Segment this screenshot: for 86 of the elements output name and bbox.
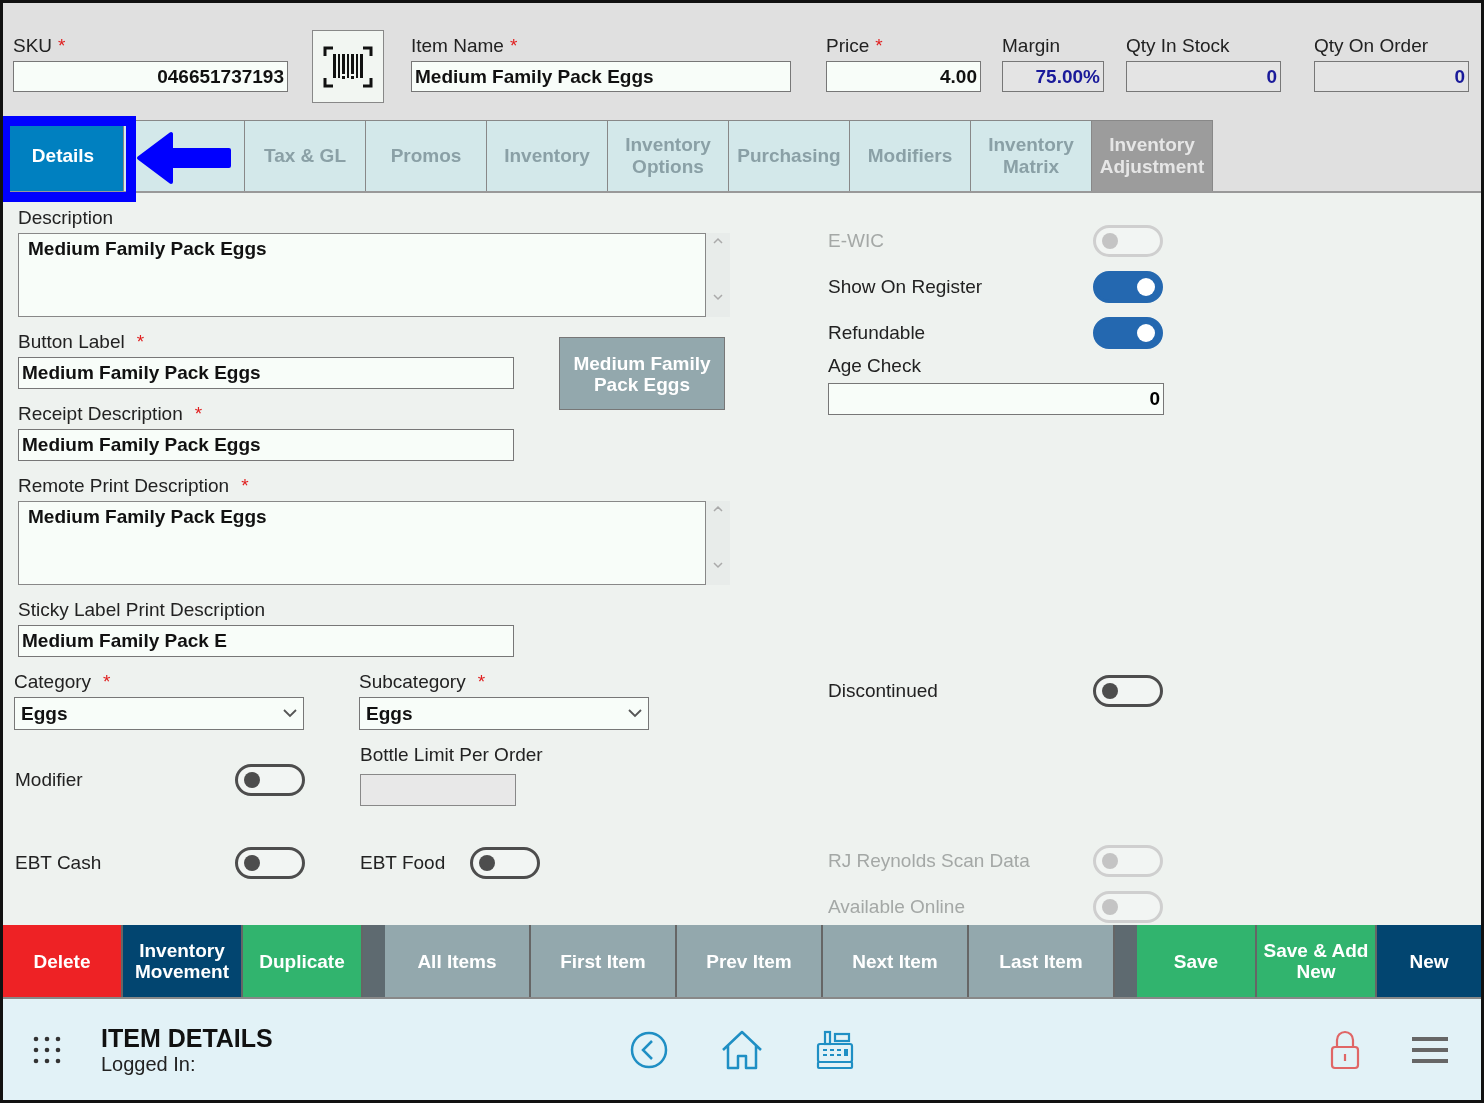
toggle-switch[interactable] [1093, 317, 1163, 349]
field-label: Price [826, 35, 870, 56]
action-button[interactable]: Next Item [823, 925, 969, 997]
button-preview[interactable]: Medium Family Pack Eggs [559, 337, 725, 410]
action-button[interactable]: Duplicate [243, 925, 363, 997]
switch-label: Available Online [828, 896, 965, 918]
text-field[interactable]: Medium Family Pack Eggs [18, 429, 514, 461]
toggle-switch[interactable] [235, 764, 305, 796]
chevron-down-icon [283, 709, 297, 718]
tab[interactable]: Promos [366, 120, 487, 191]
field-label: Button Label [18, 331, 125, 352]
menu-icon[interactable] [1411, 1036, 1448, 1063]
action-button[interactable]: Save [1137, 925, 1257, 997]
switch-label: Refundable [828, 322, 926, 344]
required-asterisk: * [509, 35, 518, 56]
switch-label: E-WIC [828, 230, 884, 252]
dropdown[interactable]: Eggs [14, 697, 304, 730]
switch-label: Discontinued [828, 680, 938, 702]
tab[interactable]: Modifiers [850, 120, 971, 191]
required-asterisk: * [136, 331, 145, 352]
action-button[interactable]: New [1377, 925, 1481, 997]
field-label: Sticky Label Print Description [18, 599, 266, 620]
text-field[interactable]: 75.00% [1002, 61, 1104, 92]
required-asterisk: * [58, 35, 66, 56]
scrollbar[interactable] [706, 501, 730, 585]
field-label: Item Name [411, 35, 504, 56]
arrow-icon [135, 130, 231, 186]
chevron-down-icon [628, 709, 642, 718]
switch-label: Modifier [15, 769, 84, 791]
field-label: SKU [13, 35, 53, 56]
text-field[interactable]: 0 [1314, 61, 1469, 92]
lock-icon[interactable] [1329, 1029, 1360, 1070]
back-icon[interactable] [628, 1029, 669, 1070]
required-asterisk: * [477, 671, 486, 692]
switch-label: Show On Register [828, 276, 983, 298]
action-button[interactable]: Inventory Movement [123, 925, 243, 997]
field-label: Qty On Order [1314, 35, 1429, 56]
action-button[interactable]: Last Item [969, 925, 1115, 997]
action-button[interactable]: First Item [531, 925, 677, 997]
action-button[interactable]: Save & Add New [1257, 925, 1377, 997]
cash-register-icon[interactable] [814, 1029, 855, 1070]
number-field[interactable]: 0 [828, 383, 1164, 415]
text-field[interactable]: 0 [1126, 61, 1281, 92]
tab[interactable]: Inventory [487, 120, 608, 191]
switch-label: EBT Cash [15, 852, 103, 874]
toggle-switch[interactable] [235, 847, 305, 879]
home-icon[interactable] [720, 1029, 763, 1070]
action-button[interactable]: Delete [3, 925, 123, 997]
switch-label: EBT Food [360, 852, 446, 874]
apps-grid-icon[interactable] [33, 1035, 61, 1064]
required-asterisk: * [875, 35, 883, 56]
text-field[interactable]: 046651737193 [13, 61, 288, 92]
toggle-switch[interactable] [470, 847, 541, 879]
scrollbar[interactable] [706, 233, 730, 317]
field-label: Subcategory [359, 671, 466, 692]
action-button[interactable]: All Items [385, 925, 531, 997]
required-asterisk: * [241, 475, 249, 496]
text-field[interactable]: Medium Family Pack E [18, 625, 514, 657]
field-label: Receipt Description [18, 403, 183, 424]
tab[interactable]: Tax & GL [245, 120, 366, 191]
field-label: Remote Print Description [18, 475, 230, 496]
scan-barcode-button[interactable] [312, 30, 384, 103]
text-area[interactable]: Medium Family Pack Eggs [18, 233, 706, 317]
text-field[interactable]: Medium Family Pack Eggs [18, 357, 514, 389]
toggle-switch[interactable] [1093, 675, 1163, 707]
page-title: ITEM DETAILS [101, 1023, 273, 1053]
text-area[interactable]: Medium Family Pack Eggs [18, 501, 706, 585]
required-asterisk: * [194, 403, 203, 424]
text-field[interactable]: 4.00 [826, 61, 981, 92]
tab[interactable]: Purchasing [729, 120, 850, 191]
text-field[interactable]: Medium Family Pack Eggs [411, 61, 791, 92]
field-label: Category [14, 671, 92, 692]
field-label: Qty In Stock [1126, 35, 1230, 56]
action-button[interactable]: Prev Item [677, 925, 823, 997]
field-label: Age Check [828, 355, 922, 377]
tab[interactable]: Inventory Matrix [971, 120, 1092, 191]
required-asterisk: * [103, 671, 111, 692]
tab[interactable]: Inventory Options [608, 120, 729, 191]
dropdown[interactable]: Eggs [359, 697, 649, 730]
field-label: Description [18, 207, 115, 230]
field-label: Margin [1002, 35, 1061, 56]
switch-label: RJ Reynolds Scan Data [828, 850, 1030, 872]
toggle-switch[interactable] [1093, 271, 1163, 303]
field-label: Bottle Limit Per Order [360, 744, 543, 767]
barcode-icon [323, 45, 373, 88]
logged-in-label: Logged In: [101, 1052, 197, 1076]
